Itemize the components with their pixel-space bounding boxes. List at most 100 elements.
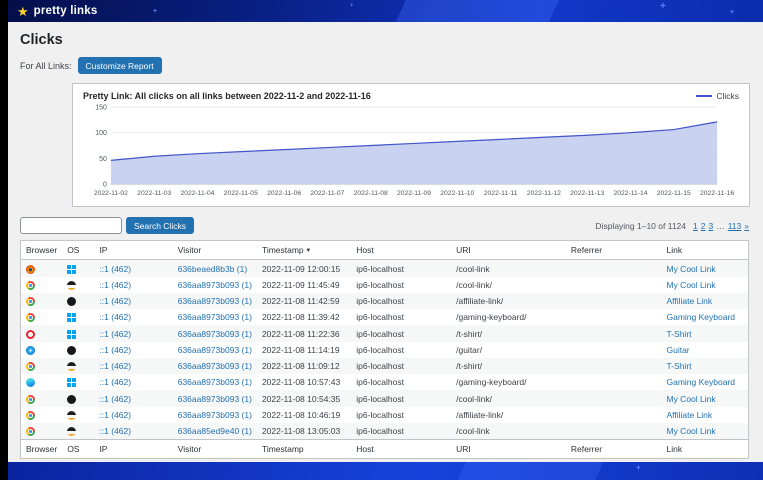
chart-header: Pretty Link: All clicks on all links bet… xyxy=(83,91,739,101)
svg-text:0: 0 xyxy=(103,182,107,189)
next-page-link[interactable]: » xyxy=(744,221,749,231)
page-link-3[interactable]: 3 xyxy=(708,221,713,231)
ip-link[interactable]: ::1 (462) xyxy=(99,312,131,322)
ip-link[interactable]: ::1 (462) xyxy=(99,264,131,274)
timestamp-cell: 2022-11-08 10:46:19 xyxy=(262,410,340,420)
svg-text:2022-11-06: 2022-11-06 xyxy=(267,190,301,197)
customize-report-button[interactable]: Customize Report xyxy=(78,57,162,74)
visitor-link[interactable]: 636aa8973b093 (1) xyxy=(178,394,252,404)
column-header-ip[interactable]: IP xyxy=(94,440,172,459)
table-row: ::1 (462)636aa8973b093 (1)2022-11-08 11:… xyxy=(21,325,749,341)
ip-link[interactable]: ::1 (462) xyxy=(99,361,131,371)
ip-link[interactable]: ::1 (462) xyxy=(99,426,131,436)
column-header-os[interactable]: OS xyxy=(62,440,94,459)
table-row: ::1 (462)636aa8973b093 (1)2022-11-08 10:… xyxy=(21,374,749,390)
pretty-link-link[interactable]: Affiliate Link xyxy=(666,410,712,420)
host-cell: ip6-localhost xyxy=(356,329,404,339)
pretty-link-link[interactable]: Affiliate Link xyxy=(666,296,712,306)
windows-icon xyxy=(67,378,76,387)
pagination-top: Displaying 1–10 of 1124 123…113» xyxy=(595,221,749,231)
pretty-link-link[interactable]: T-Shirt xyxy=(666,361,691,371)
visitor-link[interactable]: 636aa8973b093 (1) xyxy=(178,377,252,387)
displaying-count: Displaying 1–10 of 1124 xyxy=(595,221,686,231)
ip-link[interactable]: ::1 (462) xyxy=(99,394,131,404)
pretty-link-link[interactable]: My Cool Link xyxy=(666,264,715,274)
pretty-link-link[interactable]: Gaming Keyboard xyxy=(666,312,735,322)
screen: ★ pretty links + + + + Clicks For All Li… xyxy=(0,0,763,480)
column-header-timestamp[interactable]: Timestamp xyxy=(257,440,351,459)
timestamp-cell: 2022-11-08 11:39:42 xyxy=(262,312,340,322)
sparkle-icon: + xyxy=(636,464,641,472)
for-all-links-label: For All Links: xyxy=(20,61,72,71)
top-brand-bar: ★ pretty links + + + + xyxy=(8,0,763,22)
visitor-link[interactable]: 636beaed8b3b (1) xyxy=(178,264,247,274)
svg-text:2022-11-16: 2022-11-16 xyxy=(700,190,734,197)
column-header-visitor[interactable]: Visitor xyxy=(173,440,257,459)
column-header-referrer[interactable]: Referrer xyxy=(566,440,662,459)
table-toolbar: Search Clicks Displaying 1–10 of 1124 12… xyxy=(20,217,749,234)
svg-text:2022-11-14: 2022-11-14 xyxy=(613,190,647,197)
brand-name: pretty links xyxy=(34,5,98,17)
timestamp-cell: 2022-11-08 11:42:59 xyxy=(262,296,340,306)
clicks-chart-panel: Pretty Link: All clicks on all links bet… xyxy=(72,83,750,207)
pretty-link-link[interactable]: Gaming Keyboard xyxy=(666,377,735,387)
visitor-link[interactable]: 636aa8973b093 (1) xyxy=(178,280,252,290)
column-header-host[interactable]: Host xyxy=(351,241,451,260)
host-cell: ip6-localhost xyxy=(356,296,404,306)
ip-link[interactable]: ::1 (462) xyxy=(99,329,131,339)
page-title: Clicks xyxy=(20,32,749,48)
page-link-1[interactable]: 1 xyxy=(693,221,698,231)
visitor-link[interactable]: 636aa8973b093 (1) xyxy=(178,345,252,355)
safari-icon xyxy=(26,346,35,355)
column-header-timestamp[interactable]: Timestamp ▼ xyxy=(257,241,351,260)
visitor-link[interactable]: 636aa85ed9e40 (1) xyxy=(178,426,252,436)
table-row: ::1 (462)636aa8973b093 (1)2022-11-08 10:… xyxy=(21,390,749,406)
ip-link[interactable]: ::1 (462) xyxy=(99,377,131,387)
visitor-link[interactable]: 636aa8973b093 (1) xyxy=(178,361,252,371)
column-header-visitor[interactable]: Visitor xyxy=(173,241,257,260)
column-header-host[interactable]: Host xyxy=(351,440,451,459)
column-header-referrer[interactable]: Referrer xyxy=(566,241,662,260)
pretty-link-link[interactable]: Guitar xyxy=(666,345,689,355)
pretty-link-link[interactable]: T-Shirt xyxy=(666,329,691,339)
chrome-icon xyxy=(26,281,35,290)
visitor-link[interactable]: 636aa8973b093 (1) xyxy=(178,329,252,339)
uri-cell: /cool-link xyxy=(456,264,490,274)
ip-link[interactable]: ::1 (462) xyxy=(99,345,131,355)
left-edge-strip xyxy=(0,0,8,480)
linux-icon xyxy=(67,281,76,290)
column-header-ip[interactable]: IP xyxy=(94,241,172,260)
column-header-os[interactable]: OS xyxy=(62,241,94,260)
column-header-link[interactable]: Link xyxy=(661,241,748,260)
column-header-browser[interactable]: Browser xyxy=(21,440,63,459)
ip-link[interactable]: ::1 (462) xyxy=(99,280,131,290)
edge-icon xyxy=(26,378,35,387)
pretty-link-link[interactable]: My Cool Link xyxy=(666,394,715,404)
pretty-link-link[interactable]: My Cool Link xyxy=(666,280,715,290)
search-clicks-button[interactable]: Search Clicks xyxy=(126,217,194,234)
table-row: ::1 (462)636beaed8b3b (1)2022-11-09 12:0… xyxy=(21,260,749,277)
svg-text:2022-11-05: 2022-11-05 xyxy=(224,190,258,197)
svg-text:150: 150 xyxy=(95,105,107,112)
pretty-link-link[interactable]: My Cool Link xyxy=(666,426,715,436)
svg-text:2022-11-02: 2022-11-02 xyxy=(94,190,128,197)
page-link-2[interactable]: 2 xyxy=(701,221,706,231)
host-cell: ip6-localhost xyxy=(356,394,404,404)
ip-link[interactable]: ::1 (462) xyxy=(99,410,131,420)
timestamp-cell: 2022-11-08 11:14:19 xyxy=(262,345,340,355)
search-input[interactable] xyxy=(20,217,122,234)
visitor-link[interactable]: 636aa8973b093 (1) xyxy=(178,312,252,322)
page-link-113[interactable]: 113 xyxy=(728,221,742,231)
visitor-link[interactable]: 636aa8973b093 (1) xyxy=(178,296,252,306)
svg-text:100: 100 xyxy=(95,130,107,137)
column-header-uri[interactable]: URI xyxy=(451,241,566,260)
host-cell: ip6-localhost xyxy=(356,280,404,290)
table-row: ::1 (462) 636aa8973b093 (1) 2022-11-08 10:… xyxy=(21,407,749,423)
column-header-uri[interactable]: URI xyxy=(451,440,566,459)
linux-icon xyxy=(67,411,76,420)
column-header-browser[interactable]: Browser xyxy=(21,241,63,260)
table-row: ::1 (462) 636aa8973b093 (1) 2022-11-08 11:… xyxy=(21,342,749,358)
visitor-link[interactable]: 636aa8973b093 (1) xyxy=(178,410,252,420)
ip-link[interactable]: ::1 (462) xyxy=(99,296,131,306)
column-header-link[interactable]: Link xyxy=(661,440,748,459)
